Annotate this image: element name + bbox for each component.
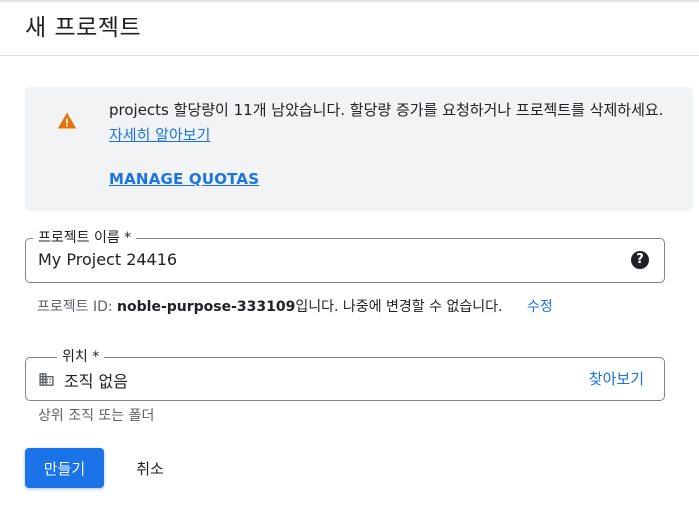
- location-field[interactable]: 위치 * 조직 없음 찾아보기: [25, 348, 665, 401]
- warning-icon: [57, 112, 77, 129]
- location-label: 위치 *: [57, 348, 105, 366]
- edit-project-id-link[interactable]: 수정: [527, 296, 553, 316]
- learn-more-link[interactable]: 자세히 알아보기: [109, 126, 210, 144]
- browse-location-button[interactable]: 찾아보기: [589, 368, 644, 389]
- manage-quotas-link[interactable]: MANAGE QUOTAS: [109, 170, 259, 188]
- project-name-label: 프로젝트 이름 *: [33, 229, 137, 247]
- project-id-suffix: 입니다. 나중에 변경할 수 없습니다.: [295, 299, 503, 315]
- create-button[interactable]: 만들기: [25, 448, 104, 488]
- quota-warning-message: projects 할당량이 11개 남았습니다. 할당량 증가를 요청하거나 프…: [109, 101, 664, 119]
- project-name-field[interactable]: 프로젝트 이름 * My Project 24416 ?: [25, 229, 665, 283]
- project-id-text: 프로젝트 ID: noble-purpose-333109입니다. 나중에 변경…: [37, 296, 502, 316]
- project-name-input[interactable]: My Project 24416: [38, 250, 177, 269]
- dialog-header: 새 프로젝트: [0, 0, 699, 56]
- project-id-value: noble-purpose-333109: [117, 299, 296, 315]
- quota-warning-text: projects 할당량이 11개 남았습니다. 할당량 증가를 요청하거나 프…: [109, 98, 669, 148]
- project-id-prefix: 프로젝트 ID:: [37, 299, 118, 315]
- location-hint: 상위 조직 또는 폴더: [38, 408, 155, 424]
- quota-warning-box: projects 할당량이 11개 남았습니다. 할당량 증가를 요청하거나 프…: [25, 87, 693, 211]
- building-icon: [39, 373, 54, 386]
- location-value: 조직 없음: [64, 372, 128, 391]
- page-title: 새 프로젝트: [25, 15, 142, 41]
- help-icon[interactable]: ?: [631, 251, 649, 269]
- cancel-button[interactable]: 취소: [120, 448, 180, 488]
